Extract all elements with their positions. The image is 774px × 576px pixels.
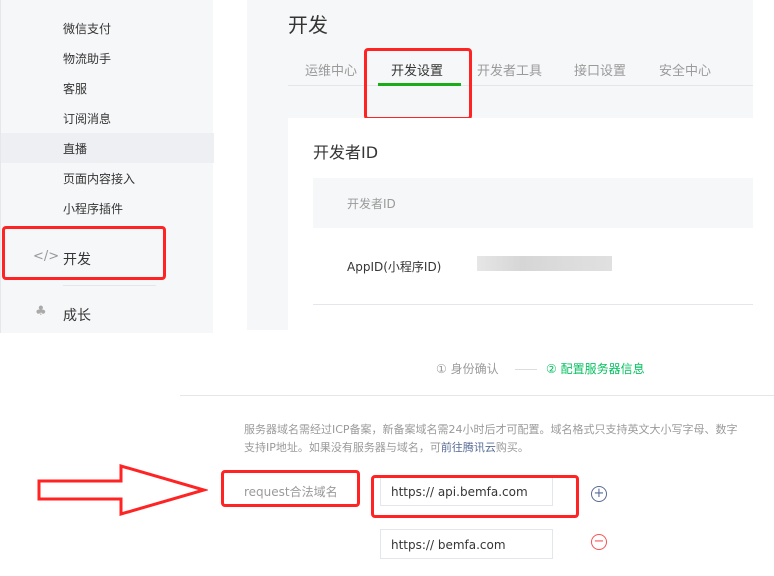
sidebar-item-selected-bg	[1, 133, 214, 163]
sidebar-item-logistics[interactable]: 物流助手	[63, 50, 111, 67]
request-domain-input-2[interactable]: https:// bemfa.com	[380, 529, 553, 559]
card-title: 开发者ID	[313, 143, 379, 162]
remove-domain-button[interactable]: −	[591, 534, 607, 550]
add-domain-button[interactable]: +	[591, 486, 607, 502]
table-header-label: 开发者ID	[347, 197, 396, 211]
notice-line-2: 支持IP地址。如果没有服务器与域名，可	[244, 441, 441, 454]
annotation-arrow-icon	[37, 464, 208, 516]
step-1-label: 身份确认	[450, 362, 499, 376]
divider	[180, 395, 774, 396]
sidebar-item-wechat-pay[interactable]: 微信支付	[63, 20, 111, 37]
step-1-number: ①	[436, 362, 447, 376]
annotation-box-tab	[364, 48, 472, 120]
notice-text: 服务器域名需经过ICP备案，新备案域名需24小时后才可配置。域名格式只支持英文大…	[244, 421, 738, 457]
annotation-box-input	[371, 475, 579, 518]
row-divider	[313, 304, 753, 305]
sidebar-item-subscribe[interactable]: 订阅消息	[63, 110, 111, 127]
sidebar-item-customer-service[interactable]: 客服	[63, 80, 87, 97]
divider	[63, 285, 156, 286]
step-2: ② 配置服务器信息	[546, 360, 645, 377]
appid-label: AppID(小程序ID)	[347, 260, 442, 274]
tab-dev-tools[interactable]: 开发者工具	[477, 60, 542, 79]
notice-line-1: 服务器域名需经过ICP备案，新备案域名需24小时后才可配置。域名格式只支持英文大…	[244, 423, 738, 436]
tab-api-settings[interactable]: 接口设置	[574, 60, 626, 79]
sidebar-item-live[interactable]: 直播	[63, 140, 87, 157]
annotation-box-develop	[2, 226, 166, 280]
page-title: 开发	[288, 13, 328, 37]
tab-security[interactable]: 安全中心	[659, 60, 711, 79]
server-config-panel: ① 身份确认 ② 配置服务器信息 服务器域名需经过ICP备案，新备案域名需24小…	[180, 333, 774, 576]
step-2-label: 配置服务器信息	[560, 362, 645, 376]
sidebar-item-growth[interactable]: 成长	[63, 305, 91, 325]
step-1: ① 身份确认	[436, 360, 499, 377]
tab-divider	[288, 85, 753, 86]
tencent-cloud-link[interactable]: 前往腾讯云	[441, 441, 496, 454]
notice-line-2-end: 购买。	[495, 441, 529, 454]
step-connector	[515, 369, 537, 370]
appid-value-blurred	[477, 256, 612, 271]
step-2-number: ②	[546, 362, 557, 376]
sprout-icon: ♣	[35, 304, 47, 319]
sidebar: 微信支付 物流助手 客服 订阅消息 直播 页面内容接入 小程序插件 </> 开发…	[0, 0, 214, 333]
tab-ops[interactable]: 运维中心	[305, 60, 357, 79]
sidebar-item-page-content[interactable]: 页面内容接入	[63, 170, 135, 187]
sidebar-item-plugin[interactable]: 小程序插件	[63, 200, 123, 217]
annotation-box-label	[221, 470, 360, 507]
developer-id-card: 开发者ID 开发者ID AppID(小程序ID)	[288, 118, 753, 330]
table-header: 开发者ID	[313, 178, 753, 228]
